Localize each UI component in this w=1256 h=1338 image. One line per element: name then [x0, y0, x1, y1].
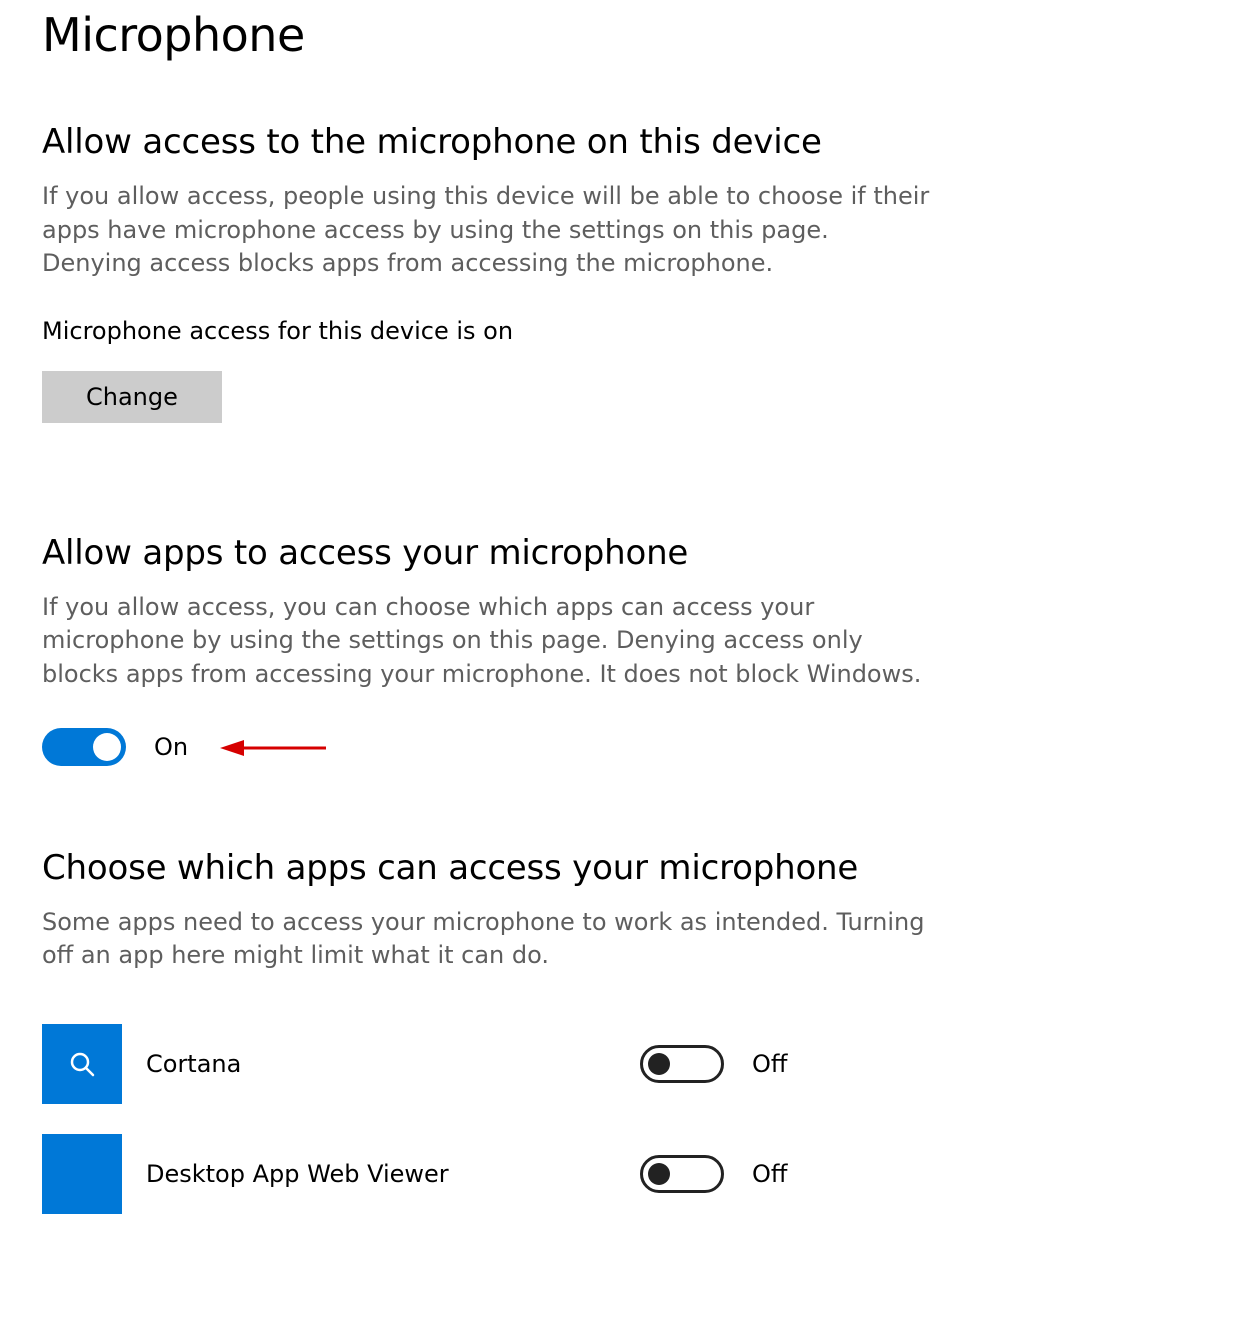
- toggle-thumb: [648, 1053, 670, 1075]
- apps-access-toggle-label: On: [154, 733, 188, 761]
- app-toggle-cortana[interactable]: [640, 1045, 724, 1083]
- section-choose-apps-desc: Some apps need to access your microphone…: [42, 906, 932, 973]
- change-button[interactable]: Change: [42, 371, 222, 423]
- desktop-app-web-viewer-icon: [42, 1134, 122, 1214]
- annotation-arrow-icon: [216, 737, 336, 757]
- app-name-label: Desktop App Web Viewer: [146, 1160, 616, 1188]
- section-apps-access-heading: Allow apps to access your microphone: [42, 533, 1214, 573]
- apps-access-toggle[interactable]: [42, 728, 126, 766]
- toggle-thumb: [648, 1163, 670, 1185]
- app-row: Desktop App Web Viewer Off: [42, 1119, 1214, 1229]
- app-toggle-desktop-app-web-viewer[interactable]: [640, 1155, 724, 1193]
- app-name-label: Cortana: [146, 1050, 616, 1078]
- section-apps-access-desc: If you allow access, you can choose whic…: [42, 591, 932, 692]
- app-toggle-state-label: Off: [752, 1050, 787, 1078]
- section-device-access-heading: Allow access to the microphone on this d…: [42, 122, 1214, 162]
- section-choose-apps-heading: Choose which apps can access your microp…: [42, 848, 1214, 888]
- cortana-icon: [42, 1024, 122, 1104]
- section-device-access-desc: If you allow access, people using this d…: [42, 180, 932, 281]
- toggle-thumb: [93, 733, 121, 761]
- app-toggle-state-label: Off: [752, 1160, 787, 1188]
- page-title: Microphone: [42, 8, 1214, 62]
- app-row: Cortana Off: [42, 1009, 1214, 1119]
- device-access-status: Microphone access for this device is on: [42, 317, 1214, 345]
